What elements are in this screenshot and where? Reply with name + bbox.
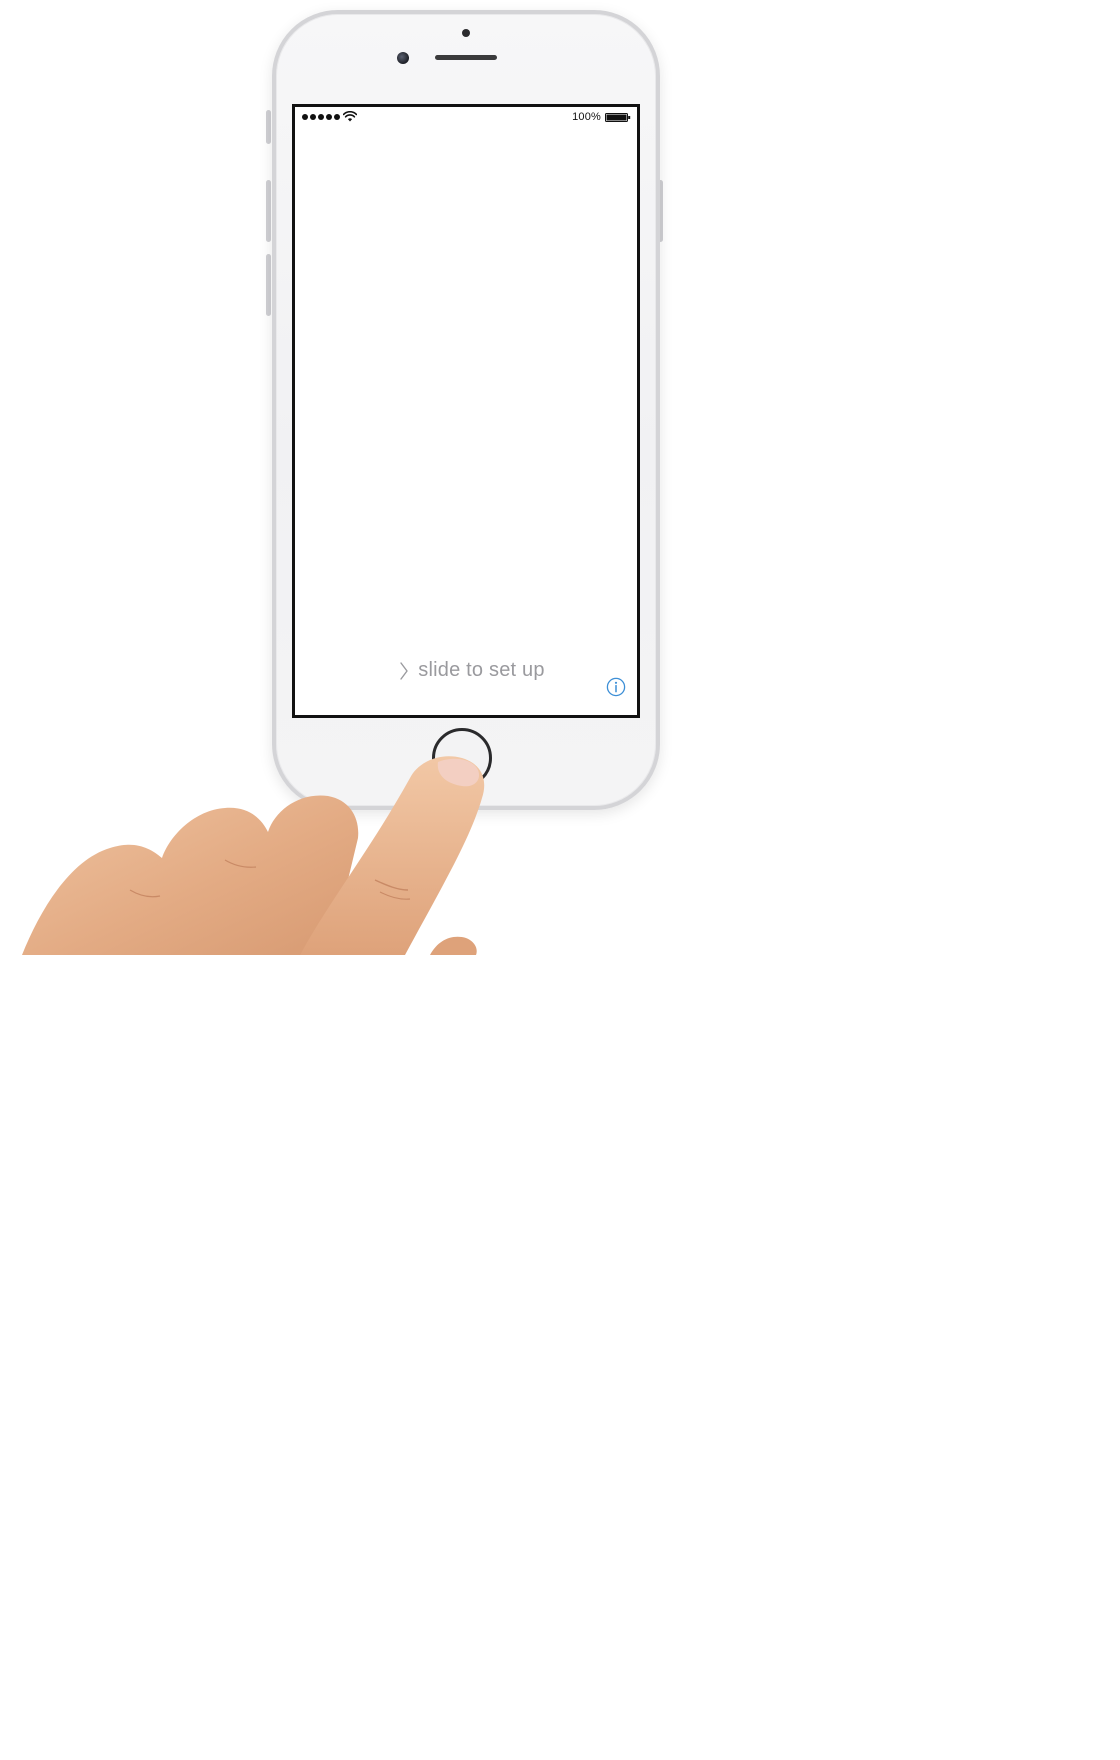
phone-screen[interactable]: 100% slide to set up xyxy=(292,104,640,718)
hand-illustration xyxy=(22,756,485,955)
status-bar: 100% xyxy=(295,107,637,129)
earpiece-speaker xyxy=(435,55,497,60)
cellular-signal-icon xyxy=(302,114,340,120)
slide-to-set-up-label: slide to set up xyxy=(418,659,545,681)
slide-to-unlock[interactable]: slide to set up xyxy=(295,659,637,687)
front-camera xyxy=(397,52,409,64)
volume-up-button xyxy=(266,180,271,242)
info-icon[interactable] xyxy=(606,677,626,697)
battery-percentage: 100% xyxy=(572,111,601,123)
wifi-icon xyxy=(343,111,357,122)
proximity-sensor xyxy=(462,29,470,37)
volume-down-button xyxy=(266,254,271,316)
battery-icon xyxy=(605,113,631,122)
chevron-right-icon xyxy=(400,661,408,680)
mute-switch xyxy=(266,110,271,144)
